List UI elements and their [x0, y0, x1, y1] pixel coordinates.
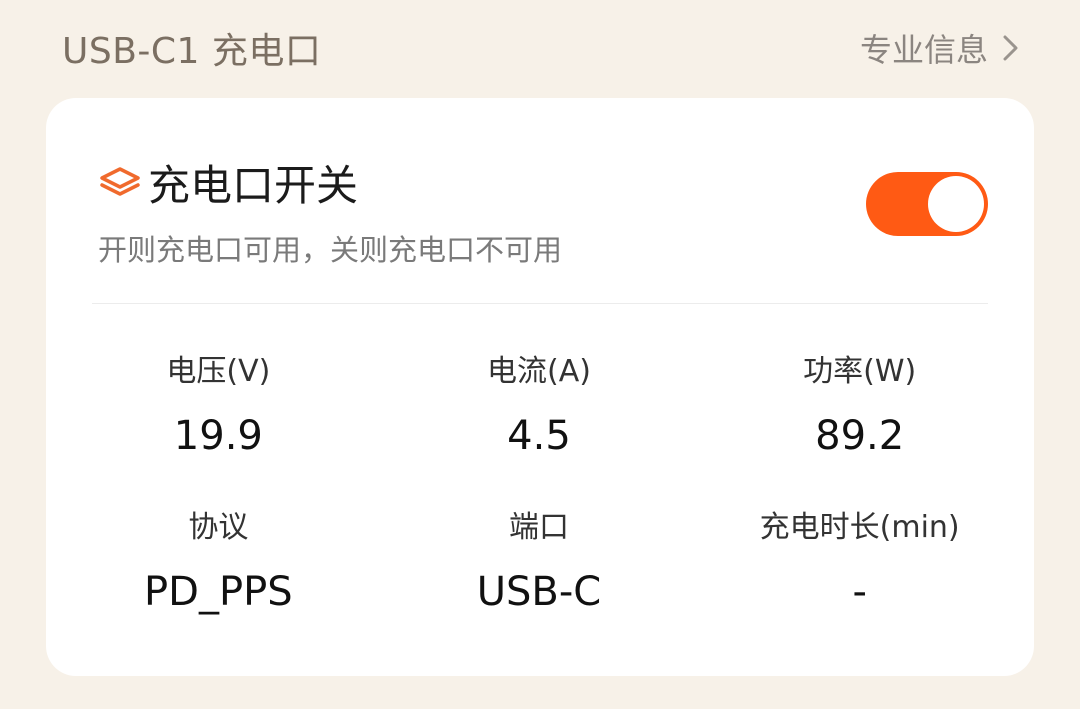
stat-label: 电流(A)	[487, 354, 591, 389]
stat-label: 充电时长(min)	[759, 510, 960, 545]
stat-value: -	[852, 569, 867, 615]
stat-value: 19.9	[173, 413, 263, 459]
port-title: USB-C1 充电口	[62, 31, 322, 72]
pro-info-label: 专业信息	[859, 31, 988, 69]
stat-value: 89.2	[815, 413, 905, 459]
stat-label: 电压(V)	[166, 354, 271, 389]
port-switch-row: 充电口开关 开则充电口可用，关则充电口不可用	[98, 152, 988, 267]
stat-label: 协议	[188, 510, 249, 545]
stat-label: 端口	[508, 510, 569, 545]
port-card: 充电口开关 开则充电口可用，关则充电口不可用 电压(V) 19.9 电流(A) …	[46, 98, 1034, 676]
stat-protocol: 协议 PD_PPS	[58, 506, 379, 662]
switch-title-line: 充电口开关	[98, 152, 988, 213]
stats-grid: 电压(V) 19.9 电流(A) 4.5 功率(W) 89.2 协议 PD_PP…	[58, 350, 1020, 662]
stat-voltage: 电压(V) 19.9	[58, 350, 379, 506]
stat-power: 功率(W) 89.2	[699, 350, 1020, 506]
divider	[92, 303, 988, 304]
toggle-knob	[928, 176, 984, 232]
stat-current: 电流(A) 4.5	[379, 350, 700, 506]
layers-icon	[100, 166, 140, 196]
switch-subtitle: 开则充电口可用，关则充电口不可用	[98, 233, 563, 267]
stat-port: 端口 USB-C	[379, 506, 700, 662]
chevron-right-icon	[1003, 35, 1018, 61]
switch-title: 充电口开关	[148, 161, 359, 210]
section-header: USB-C1 充电口 专业信息	[62, 20, 1020, 76]
stat-value: PD_PPS	[144, 569, 293, 615]
stat-label: 功率(W)	[803, 354, 917, 389]
pro-info-link[interactable]: 专业信息	[860, 25, 1020, 71]
port-toggle[interactable]	[866, 172, 988, 236]
stat-value: USB-C	[476, 569, 602, 615]
stat-value: 4.5	[507, 413, 571, 459]
stat-duration: 充电时长(min) -	[699, 506, 1020, 662]
